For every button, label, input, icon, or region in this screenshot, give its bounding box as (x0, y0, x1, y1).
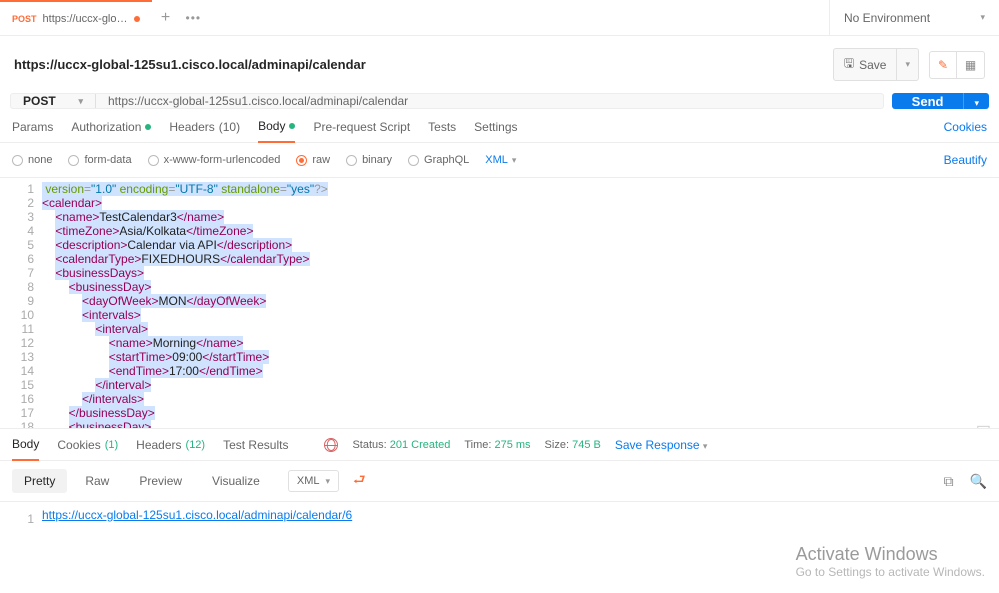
chevron-down-icon: ▾ (703, 441, 708, 451)
tab-params[interactable]: Params (12, 120, 53, 142)
copy-icon[interactable]: ⧉ (944, 473, 954, 490)
raw-type-selector[interactable]: XML▾ (485, 154, 516, 166)
status-dot-icon (145, 124, 151, 130)
send-options-button[interactable]: ▾ (963, 93, 989, 109)
radio-icon (12, 155, 23, 166)
new-tab-button[interactable]: + (152, 9, 180, 27)
tab-title: https://uccx-glob... (43, 13, 128, 25)
cookies-link[interactable]: Cookies (944, 120, 987, 142)
tab-prerequest[interactable]: Pre-request Script (313, 120, 410, 142)
line-gutter: 123456789101112131415161718 (0, 178, 42, 428)
radio-icon (68, 155, 79, 166)
title-row: https://uccx-global-125su1.cisco.local/a… (0, 36, 999, 93)
radio-icon (148, 155, 159, 166)
resp-tab-cookies[interactable]: Cookies (1) (57, 438, 118, 460)
response-time: 275 ms (494, 439, 530, 451)
search-icon[interactable]: 🔍 (970, 473, 987, 490)
view-raw[interactable]: Raw (73, 469, 121, 493)
unsaved-dot-icon (134, 16, 140, 22)
body-editor[interactable]: 123456789101112131415161718 version="1.0… (0, 178, 999, 428)
environment-selector[interactable]: No Environment ▾ (829, 0, 999, 36)
request-title: https://uccx-global-125su1.cisco.local/a… (14, 57, 823, 72)
beautify-link[interactable]: Beautify (944, 153, 987, 167)
response-format-selector[interactable]: XML▾ (288, 470, 339, 492)
radio-xwww[interactable]: x-www-form-urlencoded (148, 154, 281, 166)
send-button[interactable]: Send (892, 93, 964, 109)
save-icon: 🖫 (844, 54, 854, 75)
view-visualize[interactable]: Visualize (200, 469, 272, 493)
view-preview[interactable]: Preview (127, 469, 194, 493)
request-tab[interactable]: POST https://uccx-glob... (0, 0, 152, 36)
minimap-icon[interactable]: ▭ (976, 422, 991, 428)
chevron-down-icon: ▾ (512, 155, 517, 166)
radio-icon (408, 155, 419, 166)
resp-tab-tests[interactable]: Test Results (223, 438, 288, 460)
save-response-button[interactable]: Save Response ▾ (615, 438, 708, 452)
response-content: https://uccx-global-125su1.cisco.local/a… (42, 508, 352, 530)
request-subtabs: Params Authorization Headers (10) Body P… (0, 109, 999, 143)
radio-graphql[interactable]: GraphQL (408, 154, 469, 166)
chevron-down-icon: ▾ (905, 59, 910, 70)
tab-settings[interactable]: Settings (474, 120, 517, 142)
environment-label: No Environment (844, 11, 930, 25)
edit-icon: ✎ (938, 58, 948, 72)
url-input[interactable] (96, 94, 883, 108)
resp-tab-headers[interactable]: Headers (12) (136, 438, 205, 460)
status-code: 201 Created (390, 439, 451, 451)
radio-icon (346, 155, 357, 166)
response-tabs: Body Cookies (1) Headers (12) Test Resul… (0, 428, 999, 461)
tab-tests[interactable]: Tests (428, 120, 456, 142)
method-value: POST (23, 94, 56, 108)
radio-raw[interactable]: raw (296, 154, 330, 166)
comment-icon-button[interactable]: ▦ (957, 51, 985, 79)
chevron-down-icon: ▾ (974, 98, 979, 108)
radio-binary[interactable]: binary (346, 154, 392, 166)
response-size: 745 B (572, 439, 601, 451)
view-pretty[interactable]: Pretty (12, 469, 67, 493)
save-label: Save (859, 58, 886, 72)
comment-icon: ▦ (965, 58, 976, 72)
chevron-down-icon: ▾ (325, 476, 330, 487)
resp-tab-body[interactable]: Body (12, 437, 39, 461)
tab-method-badge: POST (12, 14, 37, 24)
network-icon[interactable] (324, 438, 338, 452)
method-selector[interactable]: POST ▾ (11, 94, 96, 108)
save-button[interactable]: 🖫 Save (833, 48, 898, 81)
tab-headers[interactable]: Headers (10) (169, 120, 240, 142)
response-view-bar: Pretty Raw Preview Visualize XML▾ ⮐ ⧉ 🔍 (0, 461, 999, 502)
wrap-lines-icon[interactable]: ⮐ (353, 469, 366, 493)
radio-none[interactable]: none (12, 154, 52, 166)
radio-formdata[interactable]: form-data (68, 154, 131, 166)
chevron-down-icon: ▾ (980, 12, 985, 23)
radio-icon (296, 155, 307, 166)
edit-icon-button[interactable]: ✎ (929, 51, 957, 79)
tab-authorization[interactable]: Authorization (71, 120, 151, 142)
code-content[interactable]: version="1.0" encoding="UTF-8" standalon… (42, 178, 999, 428)
top-tabs: POST https://uccx-glob... + ••• No Envir… (0, 0, 999, 36)
response-status: Status: 201 Created Time: 275 ms Size: 7… (324, 438, 707, 460)
status-dot-icon (289, 123, 295, 129)
tab-body[interactable]: Body (258, 119, 295, 143)
response-link[interactable]: https://uccx-global-125su1.cisco.local/a… (42, 508, 352, 522)
chevron-down-icon: ▾ (78, 96, 83, 107)
save-options-button[interactable]: ▾ (897, 48, 919, 81)
method-url: POST ▾ (10, 93, 884, 109)
response-body[interactable]: 1 https://uccx-global-125su1.cisco.local… (0, 502, 999, 536)
line-gutter: 1 (0, 508, 42, 530)
body-type-row: none form-data x-www-form-urlencoded raw… (0, 143, 999, 178)
activate-windows-watermark: Activate Windows Go to Settings to activ… (796, 544, 985, 579)
request-bar: POST ▾ Send ▾ (10, 93, 989, 109)
tab-overflow-menu[interactable]: ••• (180, 11, 208, 25)
